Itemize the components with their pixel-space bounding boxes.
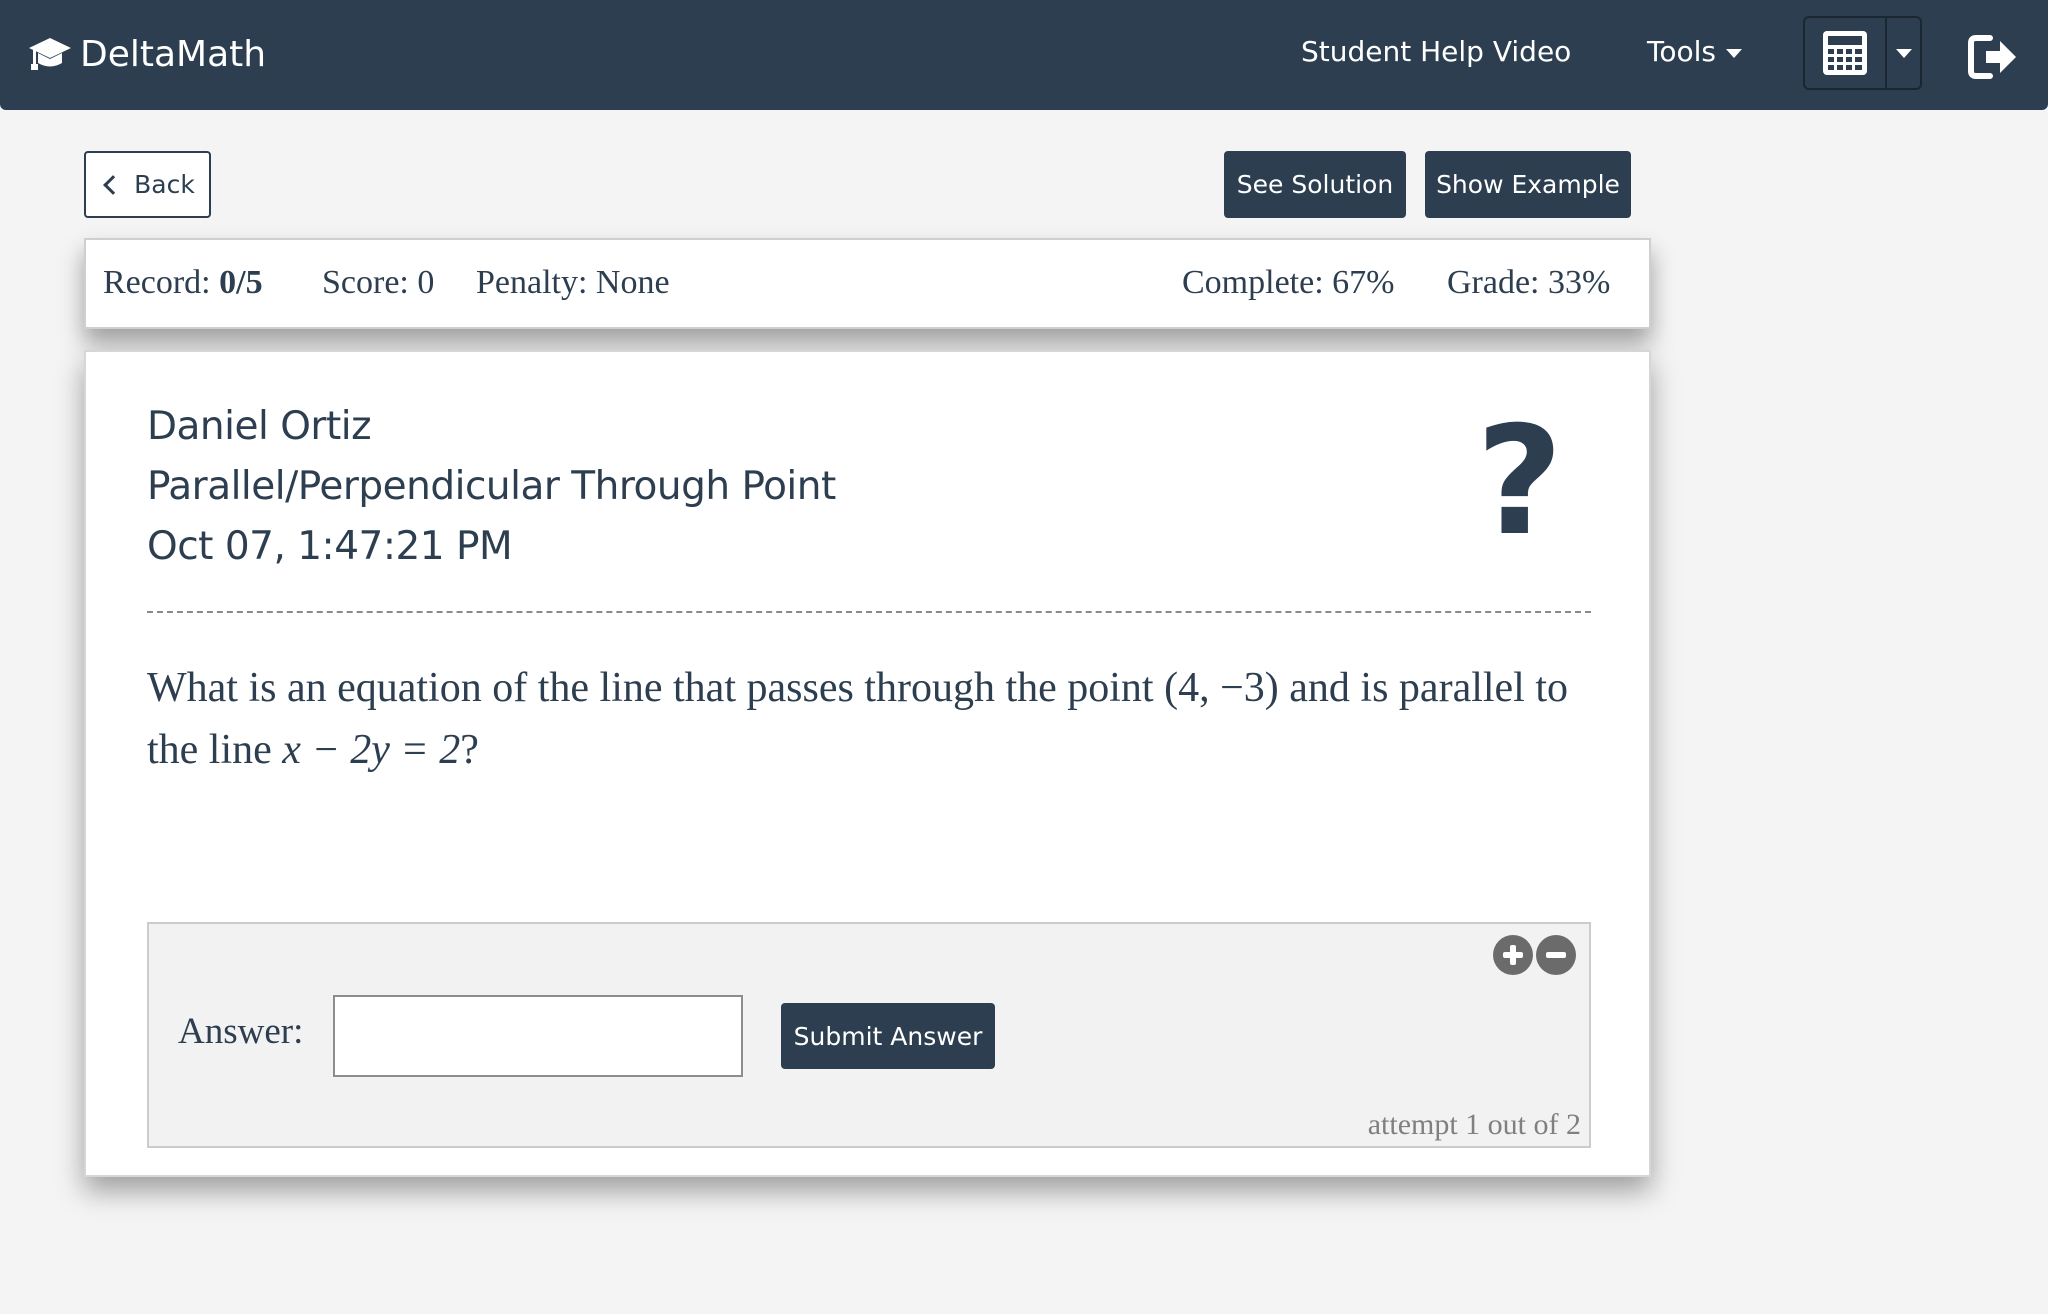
back-label: Back bbox=[134, 170, 195, 199]
answer-panel: Answer: Submit Answer attempt 1 out of 2 bbox=[147, 922, 1591, 1148]
tools-dropdown[interactable]: Tools bbox=[1647, 30, 1742, 74]
caret-down-icon bbox=[1895, 48, 1912, 58]
brand-name: DeltaMath bbox=[80, 33, 267, 75]
chevron-left-icon bbox=[103, 174, 124, 195]
logout-icon[interactable] bbox=[1968, 34, 2018, 80]
question-equation: x − 2y = 2 bbox=[282, 727, 461, 773]
question-point: (4, −3) bbox=[1164, 665, 1279, 711]
penalty-stat: Penalty: None bbox=[476, 264, 670, 301]
attempt-counter: attempt 1 out of 2 bbox=[1367, 1108, 1581, 1141]
top-navbar: DeltaMath Student Help Video Tools bbox=[0, 0, 2048, 110]
calculator-button[interactable] bbox=[1805, 18, 1887, 88]
complete-stat: Complete: 67% bbox=[1182, 264, 1395, 301]
submit-answer-button[interactable]: Submit Answer bbox=[781, 1003, 995, 1069]
answer-label: Answer: bbox=[178, 1011, 304, 1052]
problem-timestamp: Oct 07, 1:47:21 PM bbox=[147, 524, 513, 569]
student-help-video-link[interactable]: Student Help Video bbox=[1301, 30, 1571, 74]
answer-input[interactable] bbox=[333, 995, 743, 1077]
zoom-out-icon[interactable] bbox=[1536, 935, 1576, 975]
calculator-dropdown-toggle[interactable] bbox=[1887, 18, 1920, 88]
zoom-in-icon[interactable] bbox=[1493, 935, 1533, 975]
question-part: What is an equation of the line that pas… bbox=[147, 665, 1165, 711]
record-bar: Record: 0/5 Score: 0 Penalty: None Compl… bbox=[84, 238, 1651, 329]
question-part: ? bbox=[460, 727, 479, 773]
problem-topic: Parallel/Perpendicular Through Point bbox=[147, 464, 836, 509]
divider bbox=[147, 611, 1591, 613]
record-stat: Record: 0/5 bbox=[103, 264, 263, 302]
student-name: Daniel Ortiz bbox=[147, 404, 372, 449]
grade-stat: Grade: 33% bbox=[1447, 264, 1611, 301]
calculator-icon bbox=[1823, 31, 1867, 75]
back-button[interactable]: Back bbox=[84, 151, 211, 218]
brand-logo[interactable]: DeltaMath bbox=[28, 28, 266, 80]
graduation-cap-icon bbox=[29, 38, 71, 70]
show-example-button[interactable]: Show Example bbox=[1425, 151, 1631, 218]
record-value: 0/5 bbox=[219, 264, 263, 301]
question-text: What is an equation of the line that pas… bbox=[147, 657, 1607, 781]
problem-card: Daniel Ortiz Parallel/Perpendicular Thro… bbox=[84, 350, 1651, 1177]
help-question-icon[interactable]: ? bbox=[1476, 407, 1563, 557]
see-solution-button[interactable]: See Solution bbox=[1224, 151, 1406, 218]
calculator-button-group bbox=[1803, 16, 1922, 90]
score-stat: Score: 0 bbox=[322, 264, 435, 301]
record-label: Record: bbox=[103, 264, 211, 301]
caret-down-icon bbox=[1725, 48, 1742, 58]
tools-label: Tools bbox=[1647, 35, 1716, 68]
